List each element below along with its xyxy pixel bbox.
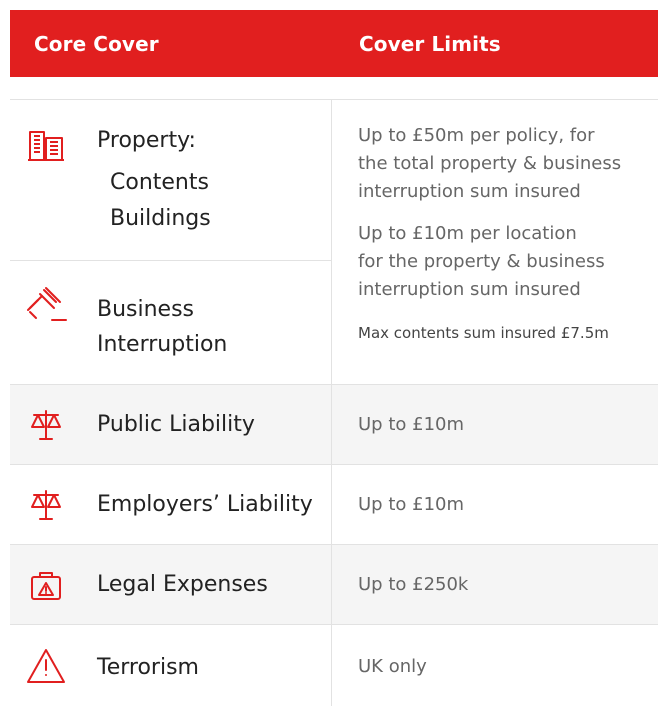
table-row-terrorism: Terrorism UK only [10,625,658,706]
business-interruption-label-line2: Interruption [97,332,228,357]
cover-limits-heading: Cover Limits [359,31,501,56]
right-cell-employers-liability: Up to £10m [332,465,658,544]
right-cell-property-bi: Up to £50m per policy, for the total pro… [332,100,658,384]
cover-table-page: Core Cover Cover Limits Property: Conten… [0,0,658,706]
terrorism-label: Terrorism [97,655,199,680]
legal-expenses-label: Legal Expenses [97,572,268,597]
public-liability-limit: Up to £10m [358,414,465,435]
property-limit-p1-line2: the total property & business [358,153,622,174]
employers-liability-label: Employers’ Liability [97,492,313,517]
buildings-icon [24,124,68,168]
table-row-public-liability: Public Liability Up to £10m [10,385,658,465]
property-label-line2: Contents [110,170,209,195]
property-limit-p2-line1: Up to £10m per location [358,223,577,244]
property-limit-p1-line1: Up to £50m per policy, for [358,125,595,146]
right-cell-terrorism: UK only [332,625,658,706]
cover-table: Property: Contents Buildings Business In… [10,99,658,706]
public-liability-label: Public Liability [97,412,255,437]
business-interruption-label-line1: Business [97,297,195,322]
core-cover-heading: Core Cover [34,31,159,56]
property-bi-divider [10,260,331,261]
property-limit-p1-line3: interruption sum insured [358,181,581,202]
left-cell-employers-liability: Employers’ Liability [10,465,331,544]
left-cell-legal-expenses: Legal Expenses [10,545,331,624]
property-limits: Up to £50m per policy, for the total pro… [358,122,648,344]
employers-liability-limit: Up to £10m [358,494,465,515]
gavel-icon [24,282,68,326]
table-row-legal-expenses: Legal Expenses Up to £250k [10,545,658,625]
property-label-line3: Buildings [110,206,211,231]
scales-icon [24,483,68,527]
right-cell-public-liability: Up to £10m [332,385,658,464]
table-header: Core Cover Cover Limits [10,10,658,77]
table-row-property-bi: Property: Contents Buildings Business In… [10,100,658,385]
property-limit-p2-line3: interruption sum insured [358,279,581,300]
table-row-employers-liability: Employers’ Liability Up to £10m [10,465,658,545]
property-label-line1: Property: [97,128,196,153]
briefcase-warning-icon [24,563,68,607]
terrorism-limit: UK only [358,656,427,677]
warning-triangle-icon [24,644,68,688]
right-cell-legal-expenses: Up to £250k [332,545,658,624]
left-cell-public-liability: Public Liability [10,385,331,464]
legal-expenses-limit: Up to £250k [358,574,469,595]
column-divider [331,100,332,706]
scales-icon [24,403,68,447]
left-cell-terrorism: Terrorism [10,625,331,706]
property-limit-p2-line2: for the property & business [358,251,605,272]
left-cell-property-bi: Property: Contents Buildings Business In… [10,100,331,384]
property-limit-p3: Max contents sum insured £7.5m [358,324,609,342]
